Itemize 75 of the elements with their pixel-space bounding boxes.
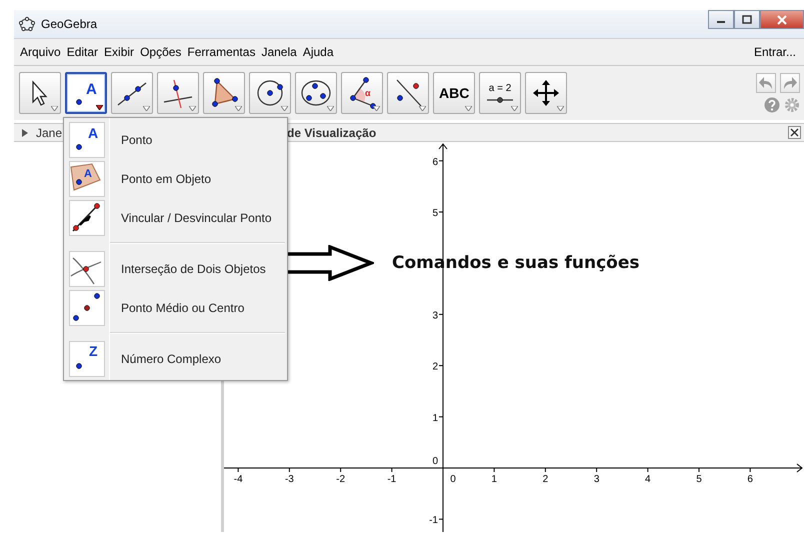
close-panel-button[interactable]: [788, 126, 801, 139]
tick-label: 5: [432, 208, 438, 219]
menu-item[interactable]: Exibir: [102, 45, 136, 59]
window-title: GeoGebra: [41, 17, 98, 31]
menu-item[interactable]: Ponto: [121, 132, 152, 146]
caret-icon: [465, 106, 472, 111]
caret-icon: [557, 106, 564, 111]
attach-point-icon: [69, 200, 105, 236]
app-logo-icon: [19, 16, 35, 32]
text-tool-button[interactable]: ABC: [433, 72, 475, 114]
caret-icon: [189, 106, 196, 111]
point-on-polygon-icon: A: [69, 160, 105, 196]
menu-item[interactable]: Interseção de Dois Objetos: [121, 262, 266, 276]
caret-icon: [373, 106, 380, 111]
tick-label: 2: [542, 474, 548, 485]
complex-number-icon: Z: [69, 340, 105, 376]
caret-icon: [511, 106, 518, 111]
tick-label: 1: [491, 474, 497, 485]
tick-label: 2: [432, 362, 438, 373]
tool-button[interactable]: [525, 72, 567, 114]
tool-button[interactable]: [19, 72, 61, 114]
menu-item[interactable]: Ferramentas: [185, 45, 258, 59]
tick-label: -1: [429, 515, 438, 526]
menu-item[interactable]: Arquivo: [18, 45, 63, 59]
midpoint-icon: [69, 290, 105, 326]
menu-item[interactable]: Ponto Médio ou Centro: [121, 300, 244, 314]
close-icon: [776, 14, 788, 24]
panel-title: Jane: [36, 126, 62, 140]
redo-button[interactable]: [780, 73, 800, 93]
undo-button[interactable]: [756, 73, 776, 93]
caret-icon: [281, 106, 288, 111]
tool-button[interactable]: [111, 72, 153, 114]
menu-item[interactable]: Vincular / Desvincular Ponto: [121, 210, 272, 224]
panel-title: de Visualização: [287, 126, 376, 140]
tick-label: 4: [645, 474, 651, 485]
minimize-button[interactable]: [708, 10, 734, 29]
menu-item[interactable]: Opções: [138, 45, 184, 59]
maximize-icon: [742, 15, 752, 24]
menu-item[interactable]: Ponto em Objeto: [121, 172, 212, 186]
point-icon: A: [69, 122, 105, 158]
caret-icon: [235, 106, 242, 111]
expand-icon[interactable]: [22, 128, 28, 136]
tool-button[interactable]: [157, 72, 199, 114]
tick-label: 0: [450, 474, 456, 485]
caret-icon: [96, 105, 103, 110]
tick-label: 6: [432, 156, 438, 168]
help-icon[interactable]: [764, 97, 780, 113]
menu-item[interactable]: Número Complexo: [121, 352, 222, 366]
tick-label: -3: [284, 474, 294, 485]
menu-item[interactable]: Janela: [259, 45, 299, 59]
menu-item[interactable]: Ajuda: [300, 45, 336, 59]
caret-icon: [327, 106, 334, 111]
maximize-button[interactable]: [734, 10, 760, 29]
tick-label: -1: [387, 474, 396, 485]
tick-label: -2: [336, 474, 346, 485]
tool-button[interactable]: [203, 72, 245, 114]
tick-label: 6: [747, 474, 753, 485]
tick-label: 5: [696, 474, 702, 485]
tick-label: 3: [432, 310, 438, 322]
menu-item[interactable]: Editar: [64, 45, 100, 59]
intersection-icon: [69, 250, 105, 286]
tool-button[interactable]: [295, 72, 337, 114]
tick-label: 1: [432, 412, 438, 424]
tool-button[interactable]: [249, 72, 291, 114]
caret-icon: [143, 106, 150, 111]
text-icon: ABC: [439, 84, 469, 102]
tick-label: 3: [594, 474, 600, 485]
slider-tool-button[interactable]: a = 2: [479, 72, 521, 114]
close-button[interactable]: [760, 10, 804, 29]
caret-icon: [419, 106, 426, 111]
tool-button[interactable]: [387, 72, 429, 114]
tick-label: 0: [432, 456, 438, 467]
tick-label: -4: [234, 474, 243, 485]
sign-in-link[interactable]: Entrar...: [752, 45, 798, 59]
caret-icon: [51, 106, 58, 111]
